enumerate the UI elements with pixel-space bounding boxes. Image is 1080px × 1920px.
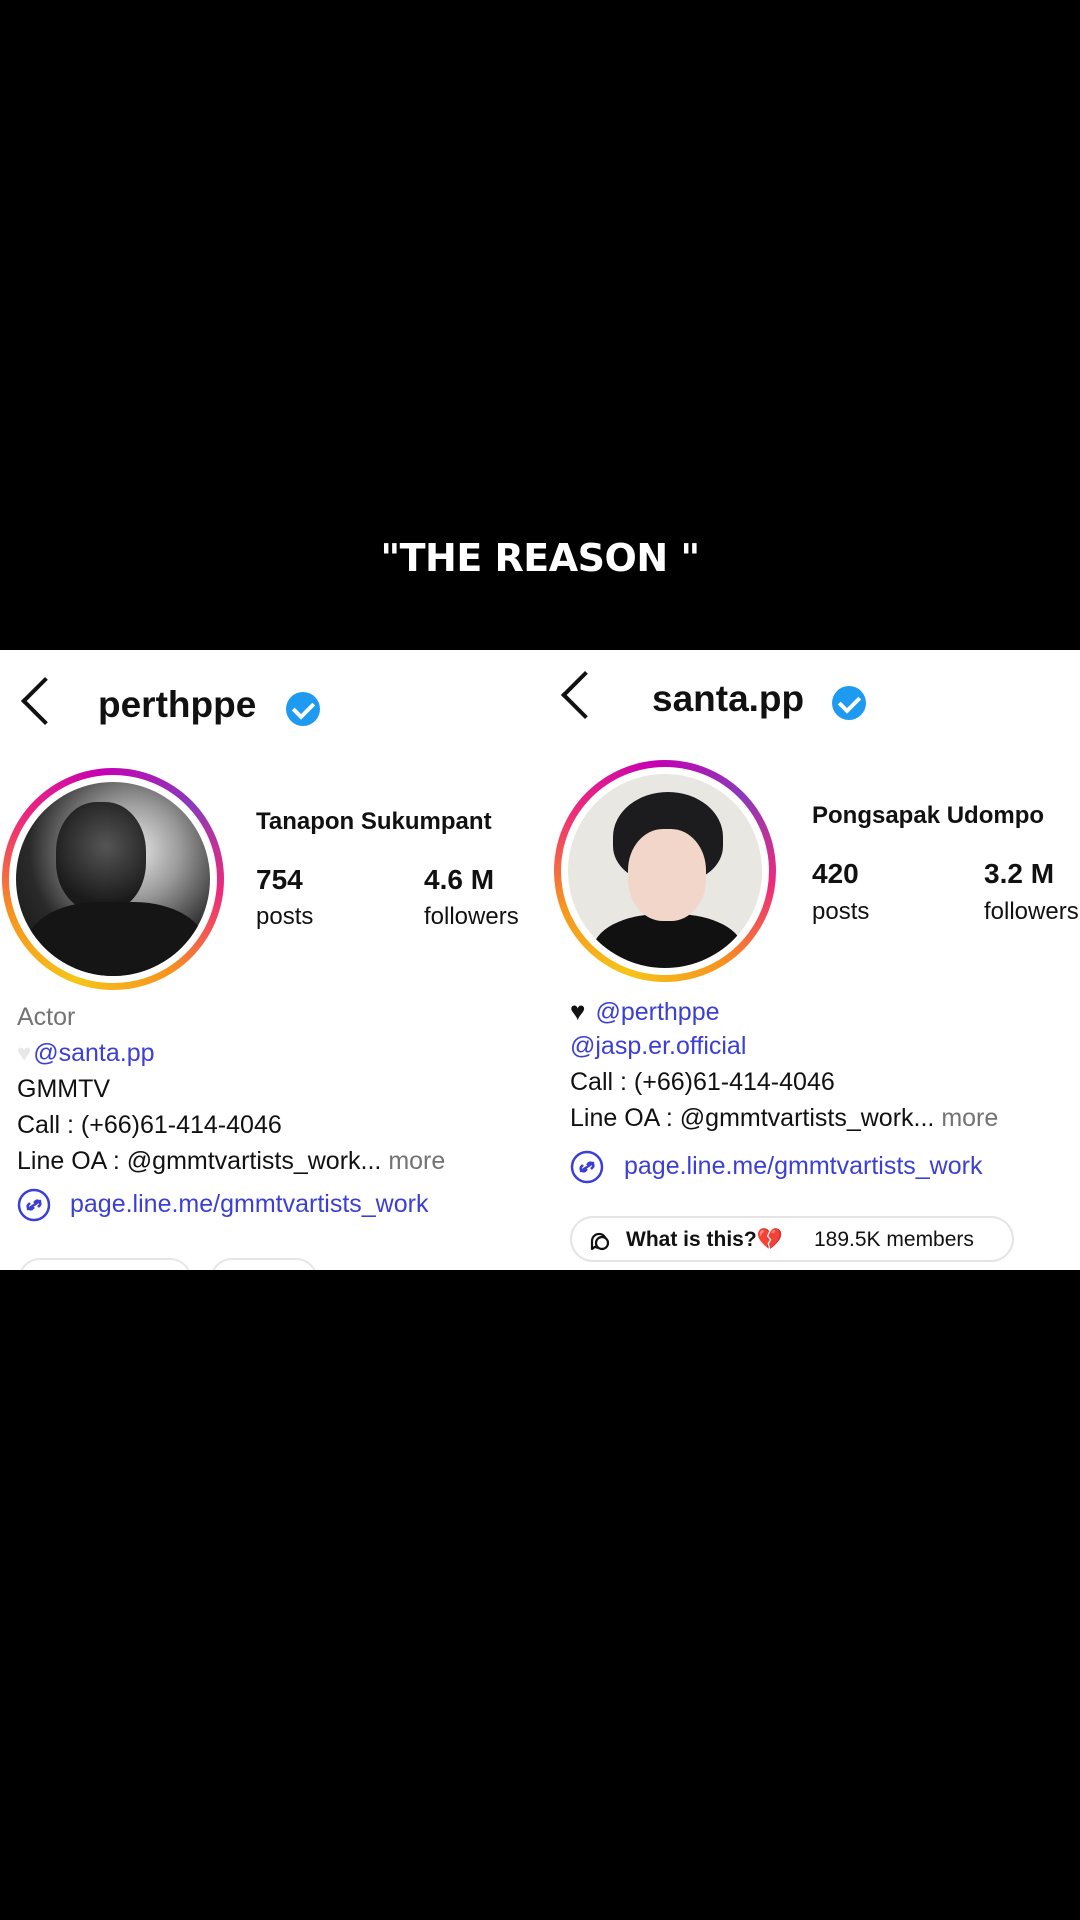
external-link[interactable]: page.line.me/gmmtvartists_work [70,1190,428,1219]
video-caption: "THE REASON " [380,536,700,580]
posts-count[interactable]: 420 [812,858,859,890]
bio-line-oa: Line OA : @gmmtvartists_work... more [570,1104,998,1133]
black-heart-icon: ♥ [570,996,586,1026]
back-icon[interactable] [560,670,610,720]
avatar-story-ring[interactable] [554,760,776,982]
bio-category: Actor [17,1003,76,1031]
channel-members: 189.5K members [814,1228,974,1251]
more-button[interactable]: more [941,1104,998,1132]
profile-panel-left: perthppe Tanapon Sukumpant 754 posts 4.6… [0,650,540,1270]
bio-mention-line: ♥ @perthppe [570,996,720,1027]
profile-header: santa.pp [540,650,1080,760]
white-heart-icon: ♥ [17,1040,32,1067]
bio-line-oa-text: Line OA : @gmmtvartists_work... [17,1147,382,1175]
followers-label: followers [424,903,519,930]
more-button[interactable]: more [388,1147,445,1175]
mention-link[interactable]: @jasp.er.official [570,1032,746,1061]
external-link[interactable]: page.line.me/gmmtvartists_work [624,1152,982,1181]
channel-chip[interactable]: What is this?💔 189.5K members [570,1216,1014,1262]
channel-chip[interactable] [18,1258,192,1270]
avatar-story-ring[interactable] [2,768,224,990]
followers-count[interactable]: 3.2 M [984,858,1054,890]
link-icon [17,1188,51,1222]
username: perthppe [98,684,257,725]
bio-line-oa: Line OA : @gmmtvartists_work... more [17,1147,445,1176]
followers-count[interactable]: 4.6 M [424,864,494,896]
mention-link[interactable]: @perthppe [595,998,719,1026]
username: santa.pp [652,678,805,719]
chip[interactable] [210,1258,318,1270]
mention-link[interactable]: @santa.pp [33,1039,154,1067]
bio-mention-line: ♥@santa.pp [17,1039,155,1068]
posts-label: posts [256,903,314,930]
channel-icon [590,1232,610,1251]
avatar [568,774,762,968]
bio-line-oa-text: Line OA : @gmmtvartists_work... [570,1104,935,1132]
channel-title-text: What is this? [626,1228,757,1251]
link-icon [570,1150,604,1184]
full-name: Tanapon Sukumpant [256,808,492,835]
followers-label: followers [984,898,1079,925]
avatar [16,782,210,976]
posts-label: posts [812,898,870,925]
verified-badge-icon [832,686,866,720]
bio-phone: Call : (+66)61-414-4046 [17,1111,282,1139]
broken-heart-icon: 💔 [756,1228,783,1251]
verified-badge-icon [286,692,320,726]
full-name: Pongsapak Udompo [812,802,1045,829]
profile-panel-right: santa.pp Pongsapak Udompo 420 posts 3.2 … [540,650,1080,1270]
channel-title: What is this?💔 [626,1228,783,1252]
profile-header: perthppe [0,650,540,760]
bio-phone: Call : (+66)61-414-4046 [570,1068,835,1096]
back-icon[interactable] [20,676,70,726]
bio-line: GMMTV [17,1075,111,1103]
posts-count[interactable]: 754 [256,864,303,896]
